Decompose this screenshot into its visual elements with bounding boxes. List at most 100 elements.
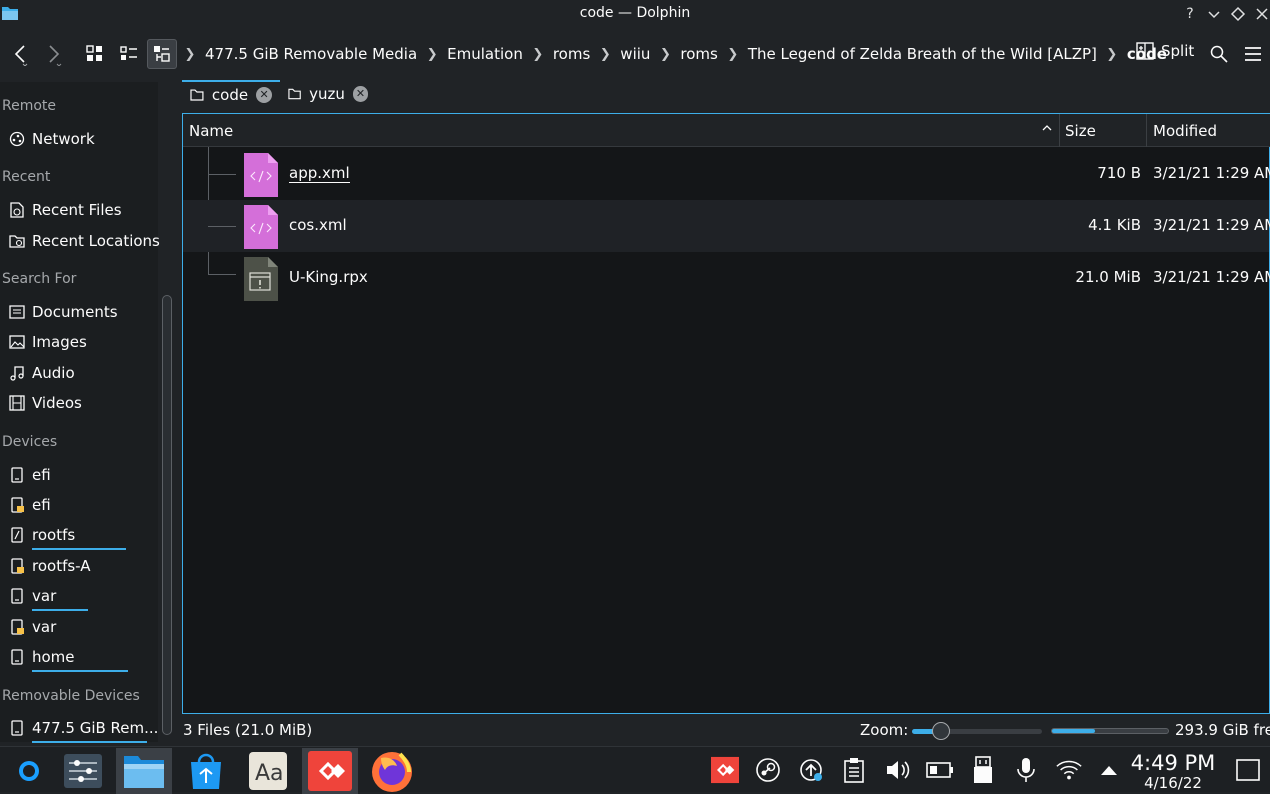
sidebar-item-label: rootfs-A bbox=[32, 557, 91, 575]
tab-label: code bbox=[211, 86, 249, 104]
usb-storage-icon[interactable] bbox=[969, 756, 997, 784]
tree-branch bbox=[208, 274, 236, 275]
zoom-slider-handle[interactable] bbox=[931, 722, 950, 740]
split-button[interactable]: Split bbox=[1136, 42, 1194, 60]
file-name: app.xml bbox=[289, 164, 350, 183]
recent-heading: Recent bbox=[2, 169, 51, 185]
sidebar-item-device[interactable]: efi bbox=[8, 463, 51, 487]
close-tab-icon[interactable]: ✕ bbox=[352, 86, 368, 102]
breadcrumb: ❯ 477.5 GiB Removable Media ❯ Emulation … bbox=[180, 42, 1172, 66]
breadcrumb-item[interactable]: roms bbox=[548, 45, 595, 63]
clipboard-icon[interactable] bbox=[840, 756, 868, 784]
help-icon[interactable]: ? bbox=[1181, 5, 1199, 23]
maximize-icon[interactable] bbox=[1229, 5, 1247, 23]
xml-file-icon bbox=[243, 204, 279, 250]
steam-deck-launcher-icon[interactable] bbox=[0, 748, 56, 794]
sidebar-item-device[interactable]: home bbox=[8, 645, 128, 672]
microphone-icon[interactable] bbox=[1012, 756, 1040, 784]
anydesk-icon[interactable] bbox=[302, 748, 358, 794]
sidebar-item-device[interactable]: var bbox=[8, 615, 56, 639]
hamburger-menu-icon[interactable] bbox=[1238, 39, 1268, 69]
sidebar-item-network[interactable]: Network bbox=[8, 127, 95, 151]
volume-icon[interactable] bbox=[883, 756, 911, 784]
sidebar-item-label: efi bbox=[32, 466, 51, 484]
sidebar-item-device[interactable]: var bbox=[8, 584, 88, 611]
breadcrumb-item[interactable]: Emulation bbox=[442, 45, 528, 63]
free-space-label: 293.9 GiB free bbox=[1175, 721, 1270, 739]
sidebar-item-images[interactable]: Images bbox=[8, 330, 87, 354]
file-row[interactable]: U-King.rpx 21.0 MiB 3/21/21 1:29 AM bbox=[183, 252, 1270, 304]
sidebar-item-documents[interactable]: Documents bbox=[8, 300, 118, 324]
steam-tray-icon[interactable] bbox=[754, 756, 782, 784]
discover-store-icon[interactable] bbox=[178, 748, 234, 794]
firefox-icon[interactable] bbox=[364, 748, 420, 794]
tab-label: yuzu bbox=[309, 85, 345, 103]
breadcrumb-item[interactable]: The Legend of Zelda Breath of the Wild [… bbox=[743, 45, 1102, 63]
wifi-icon[interactable] bbox=[1055, 756, 1083, 784]
sidebar-item-recent-locations[interactable]: Recent Locations bbox=[8, 229, 160, 253]
column-divider[interactable] bbox=[1146, 114, 1147, 147]
images-icon bbox=[8, 333, 26, 351]
search-icon[interactable] bbox=[1204, 39, 1234, 69]
sidebar-item-removable[interactable]: 477.5 GiB Rem... bbox=[8, 716, 158, 743]
icons-view-icon[interactable] bbox=[80, 39, 110, 69]
file-row[interactable]: app.xml 710 B 3/21/21 1:29 AM bbox=[183, 148, 1270, 200]
free-space-bar-fill bbox=[1052, 729, 1095, 733]
expand-tray-icon[interactable] bbox=[1095, 756, 1123, 784]
sidebar-item-device[interactable]: efi bbox=[8, 493, 51, 517]
show-desktop-icon[interactable] bbox=[1234, 756, 1262, 784]
column-header: Name Size Modified bbox=[183, 114, 1270, 147]
sidebar-item-label: var bbox=[32, 618, 57, 636]
file-view[interactable]: Name Size Modified app.xml 710 B 3/21/21… bbox=[182, 113, 1270, 714]
sidebar-item-label: Documents bbox=[32, 303, 118, 321]
sidebar-item-label: Network bbox=[32, 130, 95, 148]
usage-bar bbox=[32, 609, 88, 611]
network-icon bbox=[8, 130, 26, 148]
breadcrumb-item[interactable]: 477.5 GiB Removable Media bbox=[200, 45, 422, 63]
compact-view-icon[interactable] bbox=[114, 39, 144, 69]
sidebar-item-label: Recent Locations bbox=[32, 232, 160, 250]
column-name[interactable]: Name bbox=[189, 122, 233, 140]
file-row[interactable]: cos.xml 4.1 KiB 3/21/21 1:29 AM bbox=[183, 200, 1270, 252]
column-size[interactable]: Size bbox=[1065, 122, 1096, 140]
close-icon[interactable] bbox=[1253, 5, 1270, 23]
close-tab-icon[interactable]: ✕ bbox=[256, 87, 272, 103]
sidebar-item-label: rootfs bbox=[32, 526, 126, 550]
battery-icon[interactable] bbox=[926, 756, 954, 784]
sidebar-item-label: 477.5 GiB Rem... bbox=[32, 719, 158, 743]
sort-ascending-icon[interactable] bbox=[1041, 122, 1053, 134]
sidebar-item-videos[interactable]: Videos bbox=[8, 391, 82, 415]
dolphin-file-manager-icon[interactable] bbox=[116, 748, 172, 794]
sidebar-item-device[interactable]: rootfs-A bbox=[8, 554, 91, 578]
file-name: cos.xml bbox=[289, 216, 347, 234]
sidebar-item-audio[interactable]: Audio bbox=[8, 361, 75, 385]
breadcrumb-item[interactable]: wiiu bbox=[615, 45, 655, 63]
search-for-heading: Search For bbox=[2, 271, 77, 287]
font-viewer-icon[interactable]: Aa bbox=[240, 748, 296, 794]
sidebar-item-label: home bbox=[32, 648, 128, 672]
column-divider[interactable] bbox=[1059, 114, 1060, 147]
zoom-slider[interactable] bbox=[912, 722, 1042, 740]
system-settings-icon[interactable] bbox=[55, 748, 111, 794]
drive-icon bbox=[8, 526, 26, 544]
anydesk-tray-icon[interactable] bbox=[711, 756, 739, 784]
zoom-label: Zoom: bbox=[860, 721, 909, 739]
chevron-right-icon: ❯ bbox=[1106, 46, 1118, 62]
details-view-icon[interactable] bbox=[147, 39, 177, 69]
clock[interactable]: 4:49 PM 4/16/22 bbox=[1128, 752, 1218, 792]
back-icon[interactable] bbox=[6, 39, 36, 69]
devices-heading: Devices bbox=[2, 434, 58, 450]
places-panel: Remote Network Recent Recent Files Recen… bbox=[0, 82, 160, 743]
clock-time: 4:49 PM bbox=[1130, 751, 1216, 775]
tab-code[interactable]: code ✕ bbox=[182, 80, 280, 108]
tab-yuzu[interactable]: yuzu ✕ bbox=[280, 80, 376, 108]
forward-icon[interactable] bbox=[38, 39, 68, 69]
sidebar-item-device[interactable]: rootfs bbox=[8, 523, 126, 550]
update-icon[interactable] bbox=[797, 756, 825, 784]
sidebar-item-recent-files[interactable]: Recent Files bbox=[8, 198, 122, 222]
column-modified[interactable]: Modified bbox=[1153, 122, 1217, 140]
breadcrumb-item[interactable]: roms bbox=[675, 45, 722, 63]
remote-heading: Remote bbox=[2, 98, 57, 114]
minimize-icon[interactable] bbox=[1205, 5, 1223, 23]
sidebar-scrollbar[interactable] bbox=[162, 295, 172, 735]
